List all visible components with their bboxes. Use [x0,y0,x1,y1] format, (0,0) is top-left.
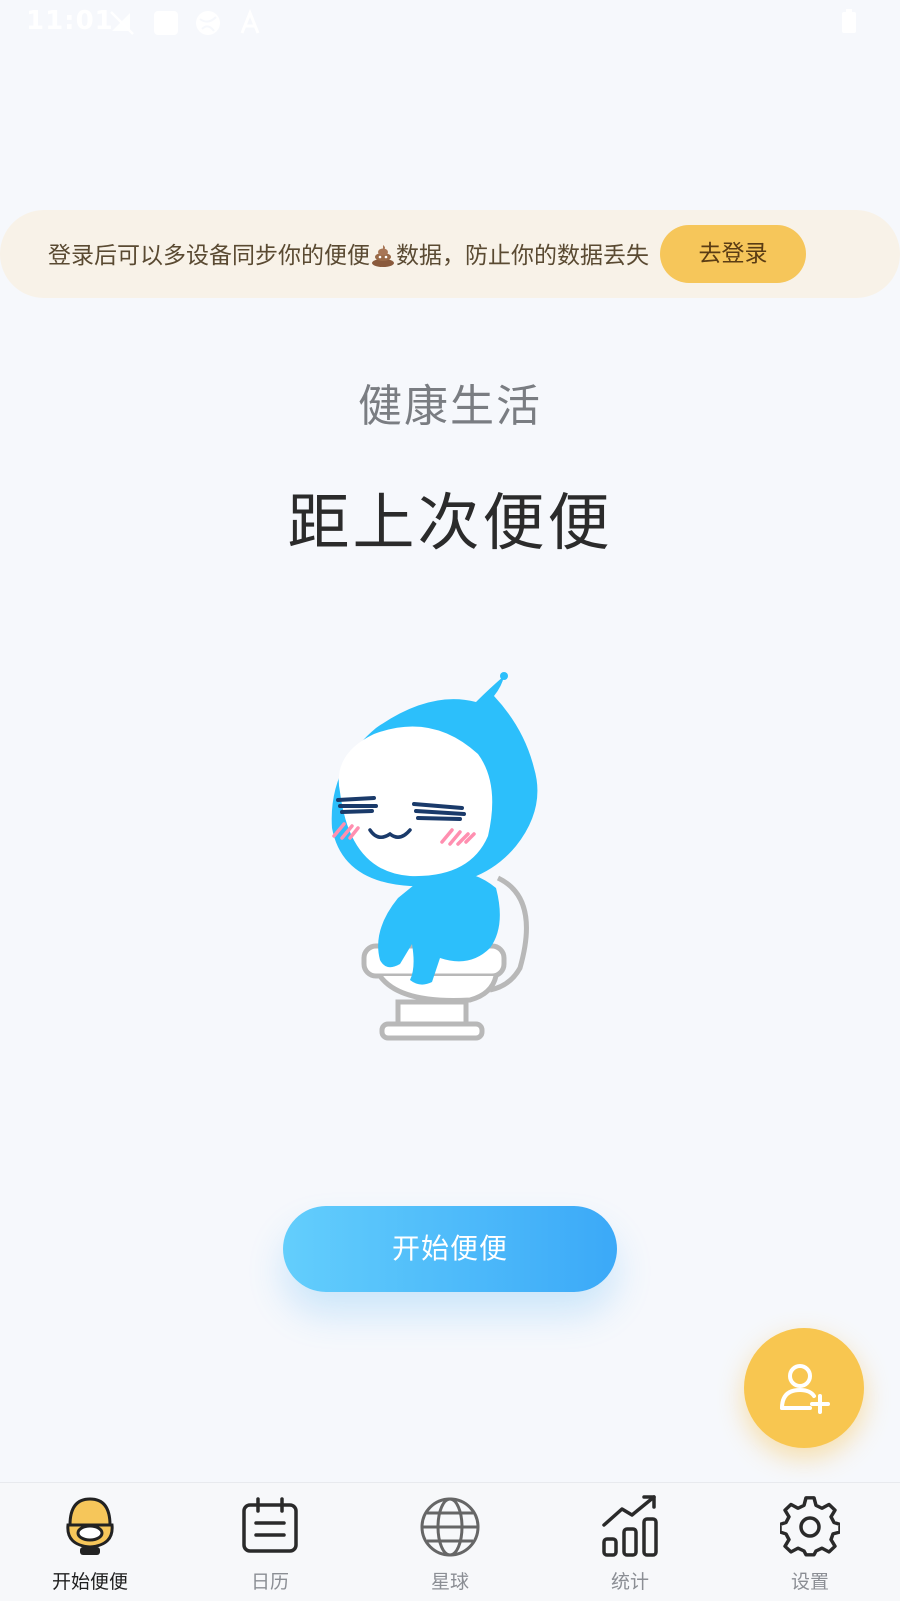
status-bar: 11:01 [0,0,900,46]
login-banner: 登录后可以多设备同步你的便便 数据，防止你的数据丢失 去登录 [0,210,900,298]
page-title: 距上次便便 [287,486,613,559]
banner-text-part-2: 数据，防止你的数据丢失 [396,243,649,269]
nav-label-settings: 设置 [790,1571,829,1593]
login-button[interactable]: 去登录 [660,225,806,283]
calendar-icon [242,1497,298,1553]
banner-text-part-1: 登录后可以多设备同步你的便便 [48,243,370,269]
square-notification-icon [154,11,178,35]
toilet-icon [66,1497,114,1555]
add-user-icon [780,1364,830,1414]
page-subtitle: 健康生活 [358,381,542,432]
nav-item-calendar[interactable]: 日历 [180,1483,360,1601]
gear-icon [780,1496,840,1557]
stats-icon [602,1495,658,1557]
login-banner-text: 登录后可以多设备同步你的便便 数据，防止你的数据丢失 [48,236,649,270]
status-time: 11:01 [26,6,114,36]
start-poop-button[interactable]: 开始便便 [283,1206,617,1292]
bottom-nav: 开始便便 日历 星球 统计 设置 [0,1482,900,1601]
nav-item-settings[interactable]: 设置 [720,1483,900,1601]
nav-item-planet[interactable]: 星球 [360,1483,540,1601]
nav-label-stats: 统计 [610,1571,649,1593]
nav-label-start: 开始便便 [51,1571,128,1593]
nav-item-start[interactable]: 开始便便 [0,1483,180,1601]
add-user-fab[interactable] [744,1328,864,1448]
battery-icon [842,9,856,33]
nav-item-stats[interactable]: 统计 [540,1483,720,1601]
no-signal-icon [110,11,134,35]
nav-label-calendar: 日历 [250,1571,289,1593]
globe-icon [420,1497,480,1557]
poop-icon [372,245,394,267]
vpn-globe-icon [196,11,220,35]
app-a-icon [240,9,260,34]
nav-label-planet: 星球 [430,1571,469,1593]
mascot-illustration [331,672,538,1041]
